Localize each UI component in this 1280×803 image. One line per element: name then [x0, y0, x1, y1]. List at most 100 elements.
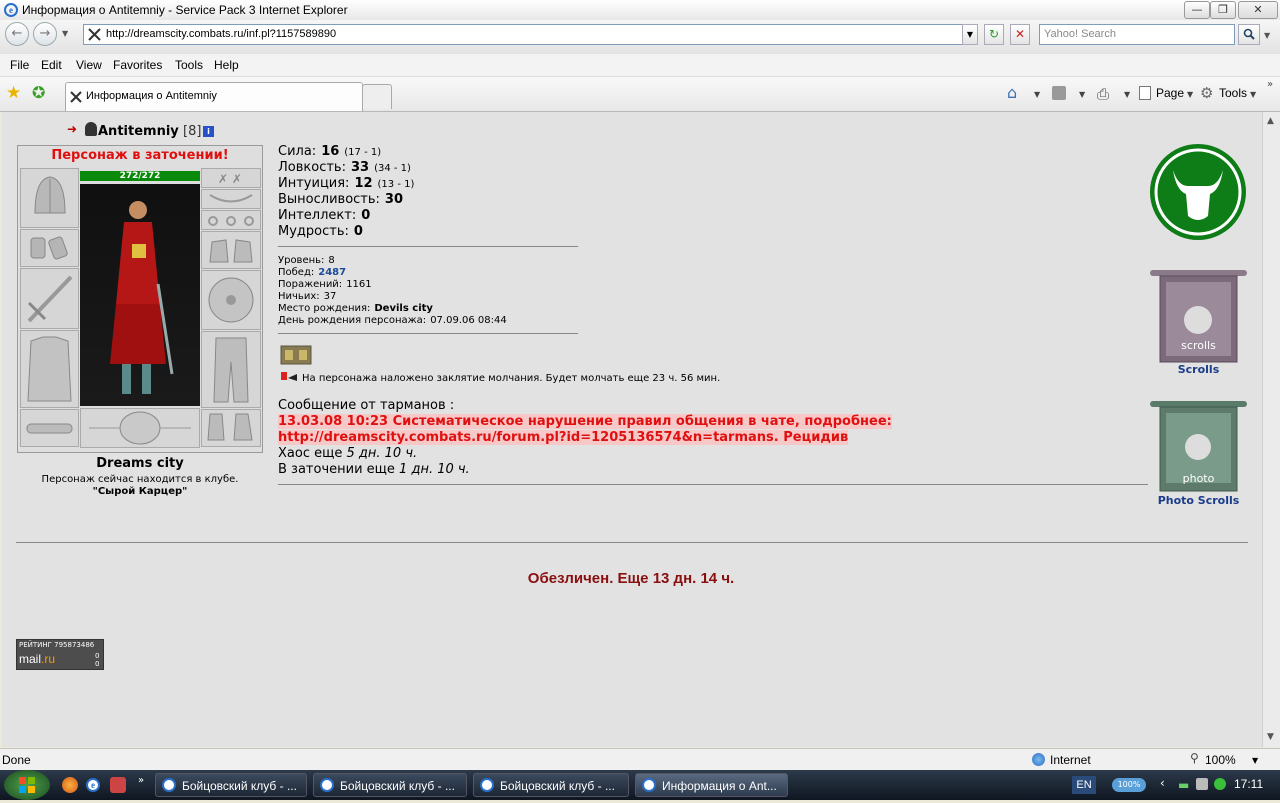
- rings-slot[interactable]: [201, 210, 261, 230]
- taskbar-item-active[interactable]: Информация о Ant...: [635, 773, 788, 797]
- page-menu-button[interactable]: Page: [1156, 86, 1184, 100]
- stat-value: 12: [354, 176, 373, 191]
- character-portrait[interactable]: [80, 184, 200, 406]
- new-tab-button[interactable]: [362, 84, 392, 109]
- scrolls-banner[interactable]: scrolls: [1148, 268, 1249, 366]
- chaos-row: Хаос еще 5 дн. 10 ч.: [278, 446, 417, 461]
- necklace-slot[interactable]: [201, 189, 261, 209]
- search-icon: [1243, 28, 1255, 40]
- clock[interactable]: 17:11: [1234, 777, 1263, 791]
- app-quicklaunch-icon[interactable]: [110, 777, 126, 793]
- leggings-slot[interactable]: [201, 331, 261, 408]
- menu-view[interactable]: View: [76, 58, 102, 72]
- feeds-icon[interactable]: [1052, 86, 1066, 100]
- taskbar-item[interactable]: Бойцовский клуб - ...: [313, 773, 467, 797]
- forward-button[interactable]: →: [33, 22, 57, 46]
- weapon-slot[interactable]: [20, 268, 79, 329]
- start-button[interactable]: [4, 770, 50, 800]
- tray-arrow-icon[interactable]: ‹: [1160, 776, 1165, 790]
- minimize-button[interactable]: —: [1184, 1, 1210, 19]
- location-place: "Сырой Карцер": [92, 486, 188, 497]
- stat-row: Выносливость: 30: [278, 192, 408, 207]
- belt-slot[interactable]: [20, 409, 79, 447]
- bracers-slot[interactable]: [20, 229, 79, 267]
- photo-scrolls-link[interactable]: Photo Scrolls: [1148, 494, 1249, 507]
- leggings-icon: [213, 337, 249, 403]
- detail-row: Ничьих: 37: [278, 291, 336, 302]
- refresh-button[interactable]: ↻: [984, 24, 1004, 45]
- character-name[interactable]: Antitemniy: [98, 124, 179, 139]
- stat-value: 0: [361, 208, 371, 223]
- feeds-dropdown-icon[interactable]: ▼: [1079, 90, 1085, 99]
- search-options-icon[interactable]: ▼: [1264, 31, 1270, 40]
- close-window-button[interactable]: ✕: [1238, 1, 1278, 19]
- armor-slot[interactable]: [20, 330, 79, 408]
- window-title-bar[interactable]: e Информация о Antitemniy - Service Pack…: [0, 0, 1280, 21]
- address-dropdown-button[interactable]: ▼: [962, 24, 978, 45]
- menu-help[interactable]: Help: [214, 58, 239, 72]
- print-dropdown-icon[interactable]: ▼: [1124, 90, 1130, 99]
- stat-label: Сила:: [278, 144, 317, 159]
- scrolls-link[interactable]: Scrolls: [1148, 363, 1249, 376]
- language-indicator[interactable]: EN: [1072, 776, 1096, 794]
- menu-edit[interactable]: Edit: [41, 58, 62, 72]
- history-dropdown-icon[interactable]: ▼: [62, 29, 68, 38]
- rating-counter[interactable]: РЕЙТИНГ 795873486 mail.ru 0 0: [16, 639, 104, 670]
- battery-indicator[interactable]: 100%: [1112, 778, 1146, 792]
- earrings-slot[interactable]: ✗ ✗: [201, 168, 261, 188]
- add-favorite-icon[interactable]: ✪: [32, 83, 45, 102]
- page-dropdown-icon[interactable]: ▼: [1187, 90, 1193, 99]
- vertical-scrollbar[interactable]: ▲ ▼: [1262, 112, 1280, 747]
- print-icon[interactable]: ⎙: [1097, 85, 1109, 103]
- clan-emblem[interactable]: [1148, 142, 1249, 243]
- maximize-button[interactable]: ❐: [1210, 1, 1236, 19]
- search-input[interactable]: Yahoo! Search: [1039, 24, 1235, 45]
- status-bar: Done Internet ⚲ 100% ▼: [0, 748, 1280, 771]
- shirt-slot[interactable]: [80, 408, 200, 448]
- boots-slot[interactable]: [201, 409, 261, 447]
- address-url: http://dreamscity.combats.ru/inf.pl?1157…: [106, 28, 337, 40]
- quicklaunch-more-icon[interactable]: »: [138, 775, 144, 786]
- helmet-slot[interactable]: [20, 168, 79, 228]
- photo-scrolls-banner[interactable]: photo: [1148, 399, 1249, 497]
- info-icon[interactable]: i: [203, 126, 214, 137]
- detail-value[interactable]: 2487: [318, 267, 346, 278]
- zoom-dropdown-icon[interactable]: ▼: [1252, 756, 1258, 765]
- stat-row: Интеллект: 0: [278, 208, 375, 223]
- gloves-slot[interactable]: [201, 231, 261, 269]
- taskbar-item[interactable]: Бойцовский клуб - ...: [155, 773, 307, 797]
- firefox-icon[interactable]: [62, 777, 78, 793]
- menu-favorites[interactable]: Favorites: [113, 58, 162, 72]
- tools-dropdown-icon[interactable]: ▼: [1250, 90, 1256, 99]
- chaos-label: Хаос еще: [278, 446, 343, 461]
- warrior-figure-icon: [110, 201, 174, 394]
- home-icon[interactable]: ⌂: [1007, 83, 1017, 102]
- favorites-star-icon[interactable]: ★: [6, 83, 21, 103]
- back-button[interactable]: ←: [5, 22, 29, 46]
- tarmans-header: Сообщение от тарманов :: [278, 398, 455, 413]
- sword-icon: [27, 275, 73, 323]
- site-favicon-icon: [87, 27, 102, 42]
- clan-demon-icon: [85, 122, 97, 136]
- address-bar[interactable]: http://dreamscity.combats.ru/inf.pl?1157…: [83, 24, 977, 45]
- artifact-icon[interactable]: [279, 342, 313, 366]
- zoom-level[interactable]: 100%: [1205, 753, 1236, 767]
- tools-menu-button[interactable]: Tools: [1219, 86, 1247, 100]
- detail-label: Поражений:: [278, 279, 343, 290]
- taskbar-item[interactable]: Бойцовский клуб - ...: [473, 773, 629, 797]
- rating-count-2: 0: [95, 660, 100, 668]
- stat-extra: (17 - 1): [344, 147, 382, 158]
- shield-slot[interactable]: [201, 270, 261, 330]
- more-chevron-icon[interactable]: »: [1267, 79, 1273, 90]
- menu-tools[interactable]: Tools: [175, 58, 203, 72]
- stop-button[interactable]: ✕: [1010, 24, 1030, 45]
- detail-row: Побед: 2487: [278, 267, 346, 278]
- ie-quicklaunch-icon[interactable]: e: [86, 778, 100, 792]
- search-button[interactable]: [1238, 24, 1260, 45]
- jail-banner: Персонаж в заточении!: [51, 148, 229, 163]
- menu-file[interactable]: File: [10, 58, 29, 72]
- home-dropdown-icon[interactable]: ▼: [1034, 90, 1040, 99]
- tarmans-message-line2[interactable]: http://dreamscity.combats.ru/forum.pl?id…: [278, 430, 849, 445]
- tab-active[interactable]: Информация о Antitemniy: [65, 82, 363, 111]
- tray-network-icon: ▬: [1178, 778, 1190, 792]
